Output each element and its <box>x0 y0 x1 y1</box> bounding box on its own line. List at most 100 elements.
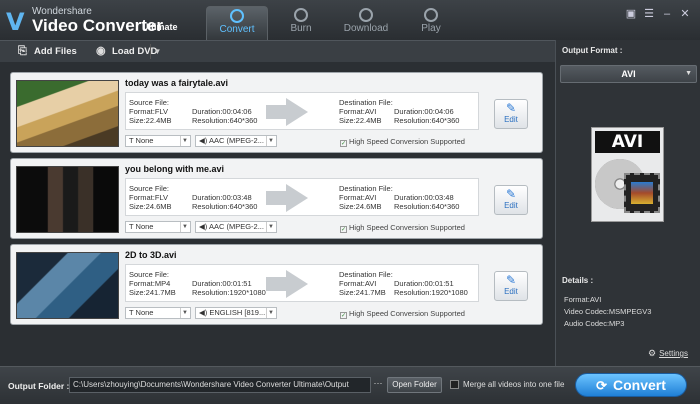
detail-audio-codec: Audio Codec:MP3 <box>564 319 625 328</box>
add-files-label: Add Files <box>34 46 77 57</box>
source-format: Format:MP4 <box>129 279 171 288</box>
dest-label: Destination File: <box>339 184 393 193</box>
arrow-right-icon <box>286 270 308 298</box>
detail-format: Format:AVI <box>564 295 602 304</box>
high-speed-note: ✓ High Speed Conversion Supported <box>340 137 465 147</box>
dest-size: Size:24.6MB <box>339 202 382 211</box>
tab-convert[interactable]: Convert <box>206 6 268 40</box>
pencil-icon: ✎ <box>505 273 517 287</box>
refresh-icon <box>230 9 244 23</box>
source-size: Size:241.7MB <box>129 288 176 297</box>
open-folder-button[interactable]: Open Folder <box>387 377 442 393</box>
check-icon: ✓ <box>340 312 347 319</box>
output-panel: Output Format : AVI ▼ AVI Details : Forma… <box>555 40 700 366</box>
file-name: you belong with me.avi <box>125 164 225 174</box>
source-format: Format:FLV <box>129 193 169 202</box>
edit-button[interactable]: ✎ Edit <box>494 99 528 129</box>
edit-label: Edit <box>504 115 518 124</box>
tab-label: Burn <box>290 23 312 34</box>
refresh-icon: ⟳ <box>596 378 607 393</box>
close-icon[interactable]: ✕ <box>676 7 694 21</box>
merge-checkbox[interactable]: Merge all videos into one file <box>450 380 564 389</box>
source-resolution: Resolution:640*360 <box>192 116 258 125</box>
browse-button[interactable]: ··· <box>372 377 384 393</box>
high-speed-note: ✓ High Speed Conversion Supported <box>340 223 465 233</box>
high-speed-label: High Speed Conversion Supported <box>349 309 465 318</box>
audio-select[interactable]: ◀) AAC (MPEG-2... ▼ <box>195 135 277 147</box>
video-thumbnail[interactable] <box>16 166 119 233</box>
merge-label: Merge all videos into one file <box>463 380 565 389</box>
dest-size: Size:241.7MB <box>339 288 386 297</box>
subtitle-select[interactable]: T None ▼ <box>125 221 191 233</box>
tab-label: Convert <box>219 24 255 35</box>
tab-label: Play <box>421 23 441 34</box>
tab-play[interactable]: Play <box>400 6 462 40</box>
conversion-info: Source File: Format:FLV Size:24.6MB Dura… <box>125 178 479 216</box>
details-list: Format:AVI Video Codec:MSMPEGV3 Audio Co… <box>564 294 651 330</box>
subtitle-select[interactable]: T None ▼ <box>125 135 191 147</box>
dest-label: Destination File: <box>339 98 393 107</box>
app-edition: Ultimate <box>142 22 178 32</box>
list-item[interactable]: you belong with me.avi Source File: Form… <box>10 158 543 239</box>
tab-download[interactable]: Download <box>335 6 397 40</box>
tab-burn[interactable]: Burn <box>270 6 332 40</box>
subtitle-value: None <box>135 308 154 317</box>
output-format-value: AVI <box>621 69 636 79</box>
video-thumbnail[interactable] <box>16 252 119 319</box>
chat-icon[interactable]: ▣ <box>622 7 640 21</box>
arrow-body <box>266 191 288 205</box>
dest-resolution: Resolution:1920*1080 <box>394 288 468 297</box>
source-resolution: Resolution:640*360 <box>192 202 258 211</box>
source-size: Size:22.4MB <box>129 116 172 125</box>
edit-button[interactable]: ✎ Edit <box>494 185 528 215</box>
settings-link[interactable]: ⚙ Settings <box>648 348 688 359</box>
title-bar: V Wondershare Video Converter Ultimate C… <box>0 0 700 40</box>
audio-value: AAC (MPEG-2... <box>208 136 264 145</box>
add-file-icon: ⎘ <box>18 45 27 57</box>
chevron-down-icon: ▼ <box>180 308 189 318</box>
audio-select[interactable]: ◀) ENGLISH [819... ▼ <box>195 307 277 319</box>
detail-video-codec: Video Codec:MSMPEGV3 <box>564 307 652 316</box>
dest-duration: Duration:00:04:06 <box>394 107 454 116</box>
minimize-icon[interactable]: – <box>658 7 676 21</box>
conversion-info: Source File: Format:FLV Size:22.4MB Dura… <box>125 92 479 130</box>
chevron-down-icon[interactable]: ▼ <box>150 44 164 59</box>
load-dvd-button[interactable]: ◉ Load DVD <box>94 44 157 60</box>
chevron-down-icon: ▼ <box>266 308 275 318</box>
add-files-button[interactable]: ⎘ Add Files <box>16 44 77 60</box>
dest-format: Format:AVI <box>339 193 377 202</box>
checkbox-icon <box>450 380 459 389</box>
avi-icon-text: AVI <box>595 131 660 153</box>
file-name: 2D to 3D.avi <box>125 250 177 260</box>
dest-format: Format:AVI <box>339 279 377 288</box>
convert-button[interactable]: ⟳ Convert <box>575 373 687 397</box>
list-item[interactable]: 2D to 3D.avi Source File: Format:MP4 Siz… <box>10 244 543 325</box>
bottom-bar: Output Folder : C:\Users\zhouying\Docume… <box>0 366 700 404</box>
high-speed-note: ✓ High Speed Conversion Supported <box>340 309 465 319</box>
audio-select[interactable]: ◀) AAC (MPEG-2... ▼ <box>195 221 277 233</box>
dest-format: Format:AVI <box>339 107 377 116</box>
check-icon: ✓ <box>340 140 347 147</box>
chevron-down-icon: ▼ <box>266 222 275 232</box>
output-format-select[interactable]: AVI ▼ <box>560 65 697 83</box>
output-format-label: Output Format : <box>562 46 623 55</box>
dest-resolution: Resolution:640*360 <box>394 116 460 125</box>
file-list: today was a fairytale.avi Source File: F… <box>0 62 555 366</box>
menu-icon[interactable]: ☰ <box>640 7 658 21</box>
pencil-icon: ✎ <box>505 101 517 115</box>
video-thumbnail[interactable] <box>16 80 119 147</box>
list-item[interactable]: today was a fairytale.avi Source File: F… <box>10 72 543 153</box>
high-speed-label: High Speed Conversion Supported <box>349 137 465 146</box>
source-label: Source File: <box>129 184 170 193</box>
output-folder-field[interactable]: C:\Users\zhouying\Documents\Wondershare … <box>69 377 371 393</box>
edit-button[interactable]: ✎ Edit <box>494 271 528 301</box>
disc-icon <box>294 8 308 22</box>
subtitle-select[interactable]: T None ▼ <box>125 307 191 319</box>
dvd-icon: ◉ <box>96 45 106 57</box>
source-duration: Duration:00:03:48 <box>192 193 252 202</box>
source-duration: Duration:00:04:06 <box>192 107 252 116</box>
toolbar: ⎘ Add Files ◉ Load DVD ▼ <box>0 40 555 62</box>
file-name: today was a fairytale.avi <box>125 78 229 88</box>
high-speed-label: High Speed Conversion Supported <box>349 223 465 232</box>
avi-format-icon[interactable]: AVI <box>591 127 664 222</box>
